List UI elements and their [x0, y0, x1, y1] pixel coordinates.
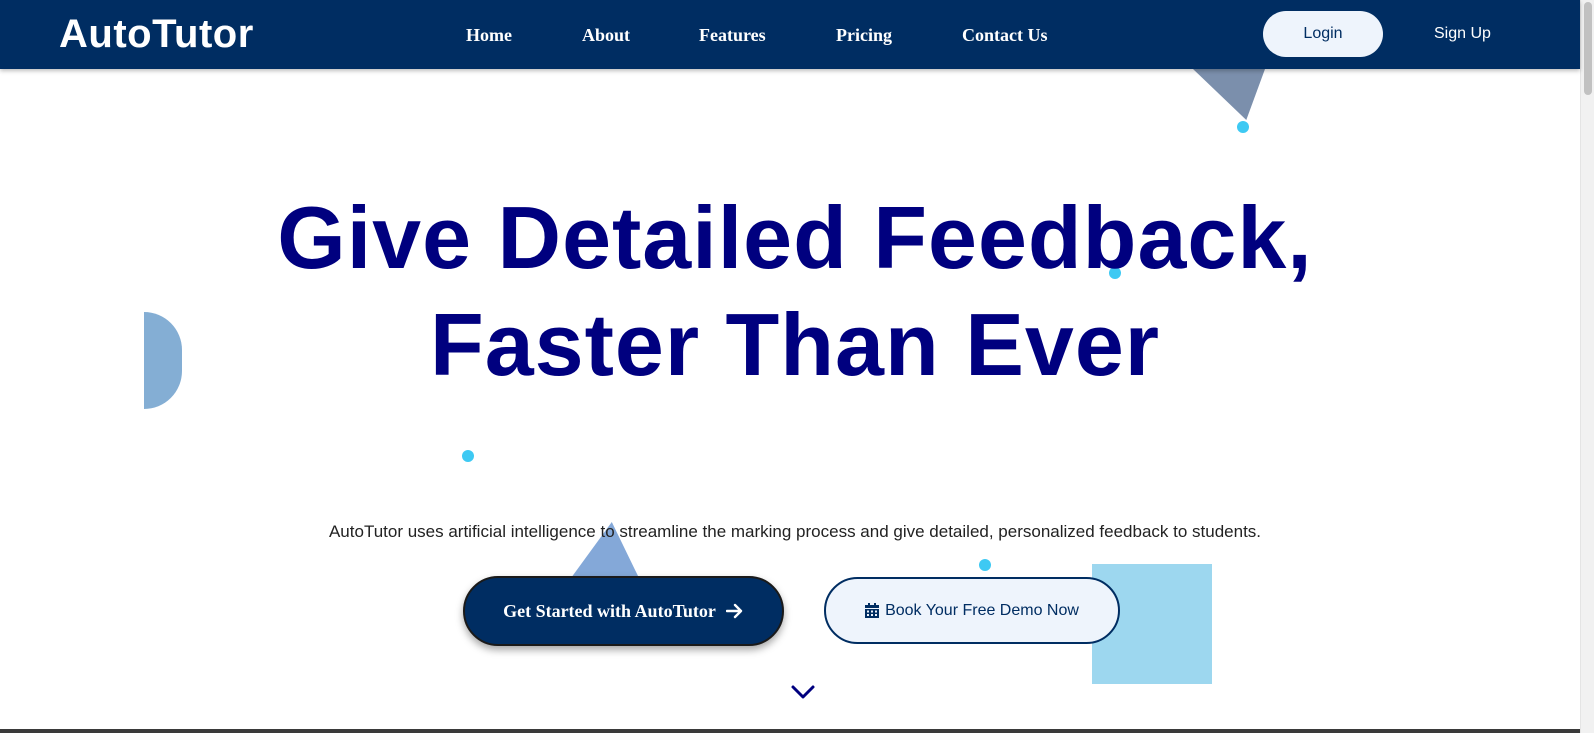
login-button[interactable]: Login: [1263, 11, 1383, 57]
nav-contact-us[interactable]: Contact Us: [962, 24, 1048, 46]
nav-home[interactable]: Home: [466, 24, 512, 46]
decorative-dot: [462, 450, 474, 462]
chevron-down-icon[interactable]: [790, 683, 816, 701]
decorative-triangle: [1193, 69, 1265, 120]
scrollbar-thumb[interactable]: [1584, 2, 1592, 95]
decorative-semicircle: [144, 312, 182, 409]
get-started-button[interactable]: Get Started with AutoTutor: [463, 576, 784, 646]
arrow-right-icon: [725, 603, 744, 619]
book-demo-label: Book Your Free Demo Now: [885, 601, 1079, 619]
hero-title: Give Detailed Feedback, Faster Than Ever: [277, 188, 1313, 394]
nav-pricing[interactable]: Pricing: [836, 24, 892, 46]
signup-link[interactable]: Sign Up: [1434, 24, 1491, 44]
nav-about[interactable]: About: [582, 24, 630, 46]
navbar: AutoTutor Home About Features Pricing Co…: [0, 0, 1580, 69]
book-demo-button[interactable]: Book Your Free Demo Now: [824, 577, 1120, 644]
logo[interactable]: AutoTutor: [59, 12, 254, 56]
nav-features[interactable]: Features: [699, 24, 766, 46]
get-started-label: Get Started with AutoTutor: [503, 600, 716, 621]
bottom-divider: [0, 729, 1580, 733]
vertical-scrollbar[interactable]: [1580, 0, 1594, 733]
decorative-dot: [1237, 121, 1249, 133]
hero-subtitle: AutoTutor uses artificial intelligence t…: [328, 522, 1262, 541]
decorative-dot: [979, 559, 991, 571]
calendar-icon: [865, 603, 880, 618]
